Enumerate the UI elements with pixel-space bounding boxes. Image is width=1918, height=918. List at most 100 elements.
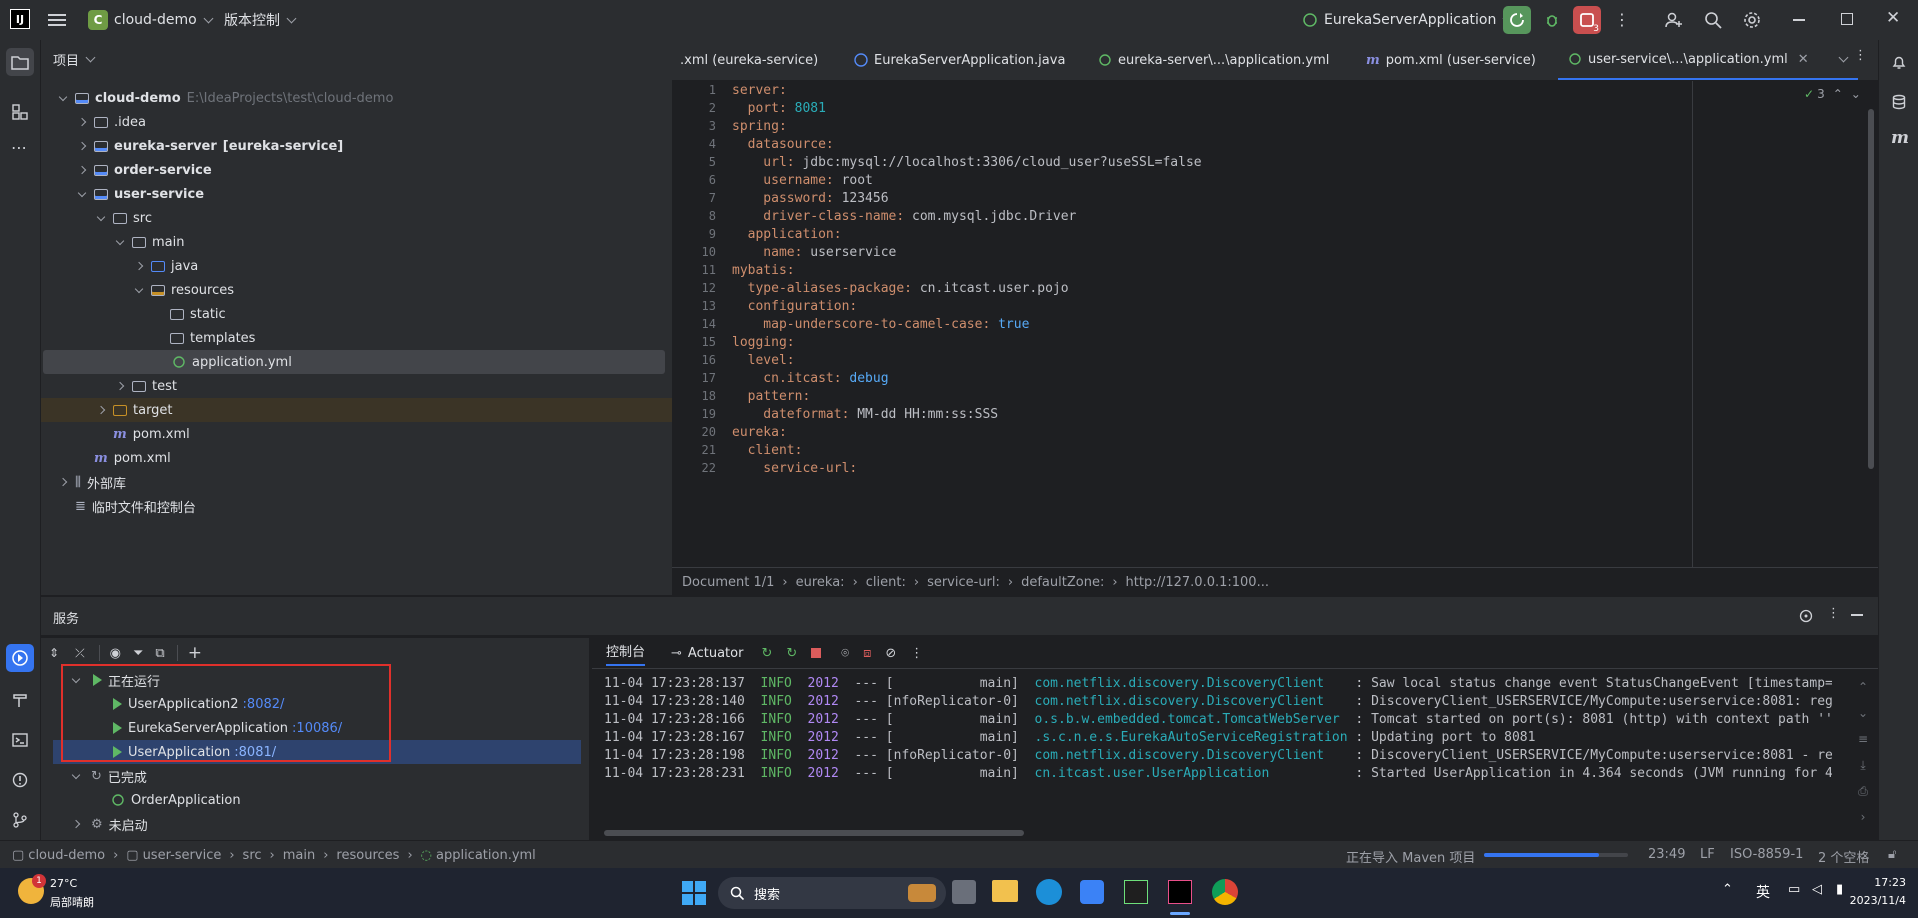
taskbar-search[interactable]: 搜索: [718, 877, 946, 909]
breadcrumb-document[interactable]: Document 1/1: [682, 575, 774, 590]
store-icon[interactable]: [1080, 880, 1104, 904]
group-not-started[interactable]: ⚙ 未启动: [41, 812, 581, 836]
breadcrumb-url[interactable]: http://127.0.0.1:100...: [1126, 575, 1269, 590]
chevron-right-icon[interactable]: [55, 474, 71, 490]
run-config-selector[interactable]: EurekaServerApplication: [1302, 10, 1513, 30]
tree-item[interactable]: m pom.xml: [41, 422, 672, 446]
code-line[interactable]: application:: [732, 227, 842, 242]
tree-item[interactable]: user-service: [41, 182, 672, 206]
main-menu-icon[interactable]: [48, 11, 66, 29]
expand-all-icon[interactable]: ⇕: [49, 646, 59, 660]
taskbar-date[interactable]: 2023/11/4: [1838, 894, 1906, 907]
collapse-all-icon[interactable]: ⤫: [75, 646, 85, 661]
network-icon[interactable]: ▭: [1788, 882, 1800, 897]
group-finished[interactable]: ↻ 已完成: [41, 764, 581, 788]
code-line[interactable]: pattern:: [732, 389, 811, 404]
add-user-button[interactable]: [1660, 6, 1688, 34]
tree-item[interactable]: target: [41, 398, 672, 422]
filter-icon[interactable]: ⏷: [133, 646, 143, 661]
breadcrumb-eureka[interactable]: eureka:: [796, 575, 845, 590]
chevron-right-icon[interactable]: [131, 258, 147, 274]
code-line[interactable]: service-url:: [732, 461, 857, 476]
minimize-icon[interactable]: [1793, 19, 1805, 21]
code-line[interactable]: spring:: [732, 119, 787, 134]
tab-console[interactable]: 控制台: [606, 641, 646, 666]
code-line[interactable]: client:: [732, 443, 803, 458]
cursor-position[interactable]: 23:49: [1648, 847, 1685, 862]
tree-item[interactable]: src: [41, 206, 672, 230]
breadcrumb-client[interactable]: client:: [866, 575, 906, 590]
rerun-button[interactable]: [1503, 6, 1531, 34]
log-line[interactable]: 11-04 17:23:28:137 INFO 2012 --- [ main]…: [604, 676, 1832, 691]
chevron-down-icon[interactable]: [55, 90, 71, 106]
breadcrumb-service-url[interactable]: service-url:: [927, 575, 1000, 590]
tray-overflow-icon[interactable]: ⌃: [1722, 882, 1733, 897]
file-encoding[interactable]: ISO-8859-1: [1730, 847, 1803, 862]
tree-item[interactable]: eureka-server [eureka-service]: [41, 134, 672, 158]
new-tab-icon[interactable]: ⧉: [155, 646, 164, 661]
terminal-tool-button[interactable]: [6, 726, 34, 754]
code-line[interactable]: server:: [732, 83, 787, 98]
database-button[interactable]: [1885, 88, 1913, 116]
code-line[interactable]: url: jdbc:mysql://localhost:3306/cloud_u…: [732, 155, 1201, 170]
code-line[interactable]: level:: [732, 353, 795, 368]
console-hscrollbar[interactable]: [604, 830, 1024, 836]
scroll-to-end-icon[interactable]: ⤓: [1854, 752, 1872, 778]
log-line[interactable]: 11-04 17:23:28:166 INFO 2012 --- [ main]…: [604, 712, 1832, 727]
code-area[interactable]: 1 server: 2 port: 8081 3 spring: 4 datasource…: [672, 83, 1832, 563]
tree-item[interactable]: resources: [41, 278, 672, 302]
tree-item[interactable]: .idea: [41, 110, 672, 134]
weather-temp[interactable]: 27°C: [50, 877, 77, 890]
chevron-right-icon[interactable]: [74, 114, 90, 130]
project-tool-button[interactable]: [6, 48, 34, 76]
edge-icon[interactable]: [1036, 879, 1062, 905]
code-line[interactable]: datasource:: [732, 137, 834, 152]
code-line[interactable]: logging:: [732, 335, 795, 350]
chevron-right-icon[interactable]: [74, 162, 90, 178]
tab-user-application-yml[interactable]: user-service\...\application.yml ✕: [1558, 40, 1858, 80]
weather-desc[interactable]: 局部晴朗: [50, 894, 94, 910]
vcs-menu[interactable]: 版本控制: [224, 10, 297, 30]
chevron-down-icon[interactable]: [112, 234, 128, 250]
code-editor[interactable]: 1 server: 2 port: 8081 3 spring: 4 datasource…: [672, 81, 1878, 567]
tree-item[interactable]: application.yml: [43, 350, 665, 374]
stop-button[interactable]: 3: [1573, 6, 1601, 34]
chevron-down-icon[interactable]: [93, 210, 109, 226]
expand-icon[interactable]: ›: [1854, 804, 1872, 830]
tree-item[interactable]: ⫼ 外部库: [41, 470, 672, 494]
task-view-icon[interactable]: [952, 880, 976, 904]
more-actions-icon[interactable]: ⋮: [1614, 10, 1630, 29]
tree-item[interactable]: ≣ 临时文件和控制台: [41, 494, 672, 518]
inspection-widget[interactable]: ✓ 3 ⌃ ⌄: [1804, 87, 1861, 101]
status-path-file[interactable]: application.yml: [436, 848, 536, 863]
tree-item[interactable]: m pom.xml: [41, 446, 672, 470]
tree-item[interactable]: static: [41, 302, 672, 326]
intellij-taskbar-icon[interactable]: [1168, 880, 1192, 904]
chevron-right-icon[interactable]: [93, 402, 109, 418]
tree-item[interactable]: main: [41, 230, 672, 254]
code-line[interactable]: configuration:: [732, 299, 858, 314]
line-separator[interactable]: LF: [1700, 847, 1715, 862]
tab-eureka-pom[interactable]: .xml (eureka-service): [680, 40, 818, 80]
code-line[interactable]: driver-class-name: com.mysql.jdbc.Driver: [732, 209, 1076, 224]
lock-icon[interactable]: 🔓︎: [1888, 847, 1896, 862]
chevron-right-icon[interactable]: [74, 138, 90, 154]
prev-highlight-icon[interactable]: ⌃: [1833, 87, 1843, 101]
status-path-src[interactable]: src: [243, 848, 262, 863]
print-icon[interactable]: ⎙: [1854, 778, 1872, 804]
tree-item[interactable]: order-service: [41, 158, 672, 182]
services-more-icon[interactable]: ⋮: [1827, 606, 1840, 621]
status-path-main[interactable]: main: [283, 848, 315, 863]
volume-icon[interactable]: ◁: [1812, 882, 1822, 897]
rerun-debug-icon[interactable]: ↻: [786, 646, 797, 661]
code-line[interactable]: mybatis:: [732, 263, 795, 278]
maven-icon[interactable]: m: [1891, 128, 1909, 148]
project-badge[interactable]: C: [88, 10, 108, 30]
indent-setting[interactable]: 2 个空格: [1818, 847, 1869, 866]
git-tool-button[interactable]: [6, 806, 34, 834]
log-line[interactable]: 11-04 17:23:28:167 INFO 2012 --- [ main]…: [604, 730, 1535, 745]
add-service-icon[interactable]: +: [188, 643, 202, 663]
breadcrumb-default-zone[interactable]: defaultZone:: [1021, 575, 1104, 590]
rerun-icon[interactable]: ↻: [761, 646, 772, 661]
settings-button[interactable]: [1738, 6, 1766, 34]
